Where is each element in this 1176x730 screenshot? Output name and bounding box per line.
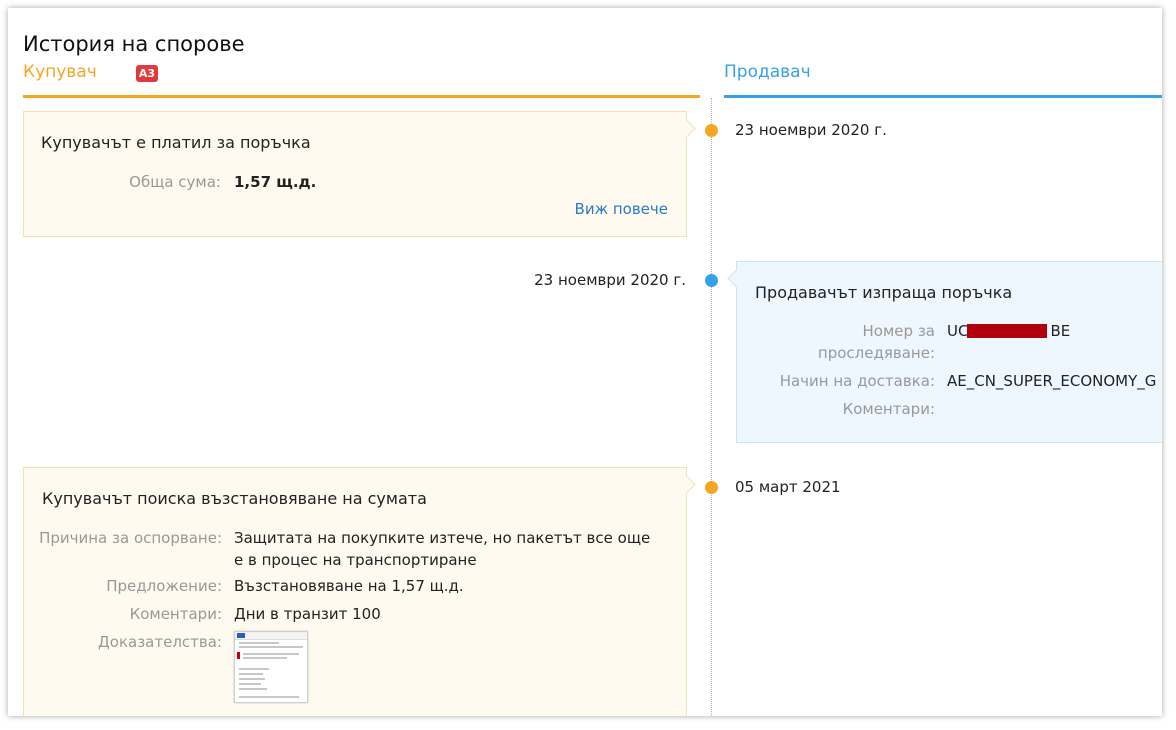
- timeline-dot-buyer: [705, 481, 718, 494]
- thumbnail-logo: [237, 633, 245, 638]
- field-label-proposal: Предложение:: [106, 577, 222, 595]
- field-value-dispute-reason: Защитата на покупките изтече, но пакетът…: [234, 529, 651, 569]
- thumbnail-red-mark: [237, 652, 240, 659]
- redaction-mark: [967, 324, 1047, 338]
- field-value-proposal: Възстановяване на 1,57 щ.д.: [234, 577, 464, 595]
- field-label-comments: Коментари:: [842, 400, 935, 418]
- dispute-history-panel: История на спорове Купувач A3 Продавач 2…: [8, 8, 1162, 716]
- timeline-line: [711, 98, 712, 716]
- field-value-comments: Дни в транзит 100: [234, 605, 381, 623]
- buyer-column-header: Купувач: [23, 62, 97, 82]
- card-pointer: [677, 475, 696, 494]
- thumbnail-line: [239, 683, 261, 685]
- field-label-tracking: Номер за проследяване:: [817, 322, 935, 362]
- field-label-evidence: Доказателства:: [98, 633, 222, 651]
- thumbnail-line: [239, 642, 279, 644]
- view-more-link[interactable]: Виж повече: [575, 200, 668, 218]
- card-pointer: [727, 269, 746, 288]
- event-card-refund-request: Купувачът поиска възстановяване на сумат…: [23, 467, 696, 716]
- event-date: 23 ноември 2020 г.: [735, 121, 887, 139]
- field-value-total: 1,57 щ.д.: [234, 173, 317, 191]
- field-value-shipping-method: AE_CN_SUPER_ECONOMY_G: [947, 372, 1157, 390]
- thumbnail-line: [239, 668, 269, 670]
- timeline-dot-seller: [705, 274, 718, 287]
- event-date: 23 ноември 2020 г.: [534, 271, 686, 289]
- tracking-prefix: UC: [947, 322, 969, 340]
- seller-column-header: Продавач: [724, 62, 811, 82]
- field-label-shipping-method: Начин на доставка:: [779, 372, 935, 390]
- timeline-dot-buyer: [705, 124, 718, 137]
- thumbnail-line: [239, 688, 267, 690]
- buyer-divider: [23, 95, 700, 98]
- field-label-dispute-reason: Причина за оспорване:: [39, 529, 222, 547]
- field-label-total: Обща сума:: [129, 173, 221, 191]
- field-label-comments: Коментари:: [129, 605, 222, 623]
- thumbnail-line: [239, 646, 303, 648]
- evidence-thumbnail[interactable]: [234, 631, 308, 703]
- page-title: История на спорове: [23, 32, 245, 56]
- event-title: Продавачът изпраща поръчка: [755, 283, 1013, 302]
- tracking-suffix: BE: [1050, 322, 1071, 340]
- event-date: 05 март 2021: [735, 478, 841, 496]
- buyer-badge: A3: [136, 65, 158, 82]
- thumbnail-toolbar: [235, 632, 307, 640]
- seller-divider: [724, 95, 1162, 98]
- thumbnail-line: [243, 657, 287, 659]
- thumbnail-line: [243, 653, 299, 655]
- event-card-shipment: Продавачът изпраща поръчка Номер за прос…: [727, 261, 1162, 443]
- thumbnail-line: [239, 678, 265, 680]
- thumbnail-line: [239, 696, 299, 698]
- event-title: Купувачът поиска възстановяване на сумат…: [42, 489, 427, 508]
- event-title: Купувачът е платил за поръчка: [41, 133, 311, 152]
- event-card-payment: Купувачът е платил за поръчка Обща сума:…: [23, 111, 696, 237]
- card-pointer: [677, 119, 696, 138]
- thumbnail-line: [239, 673, 263, 675]
